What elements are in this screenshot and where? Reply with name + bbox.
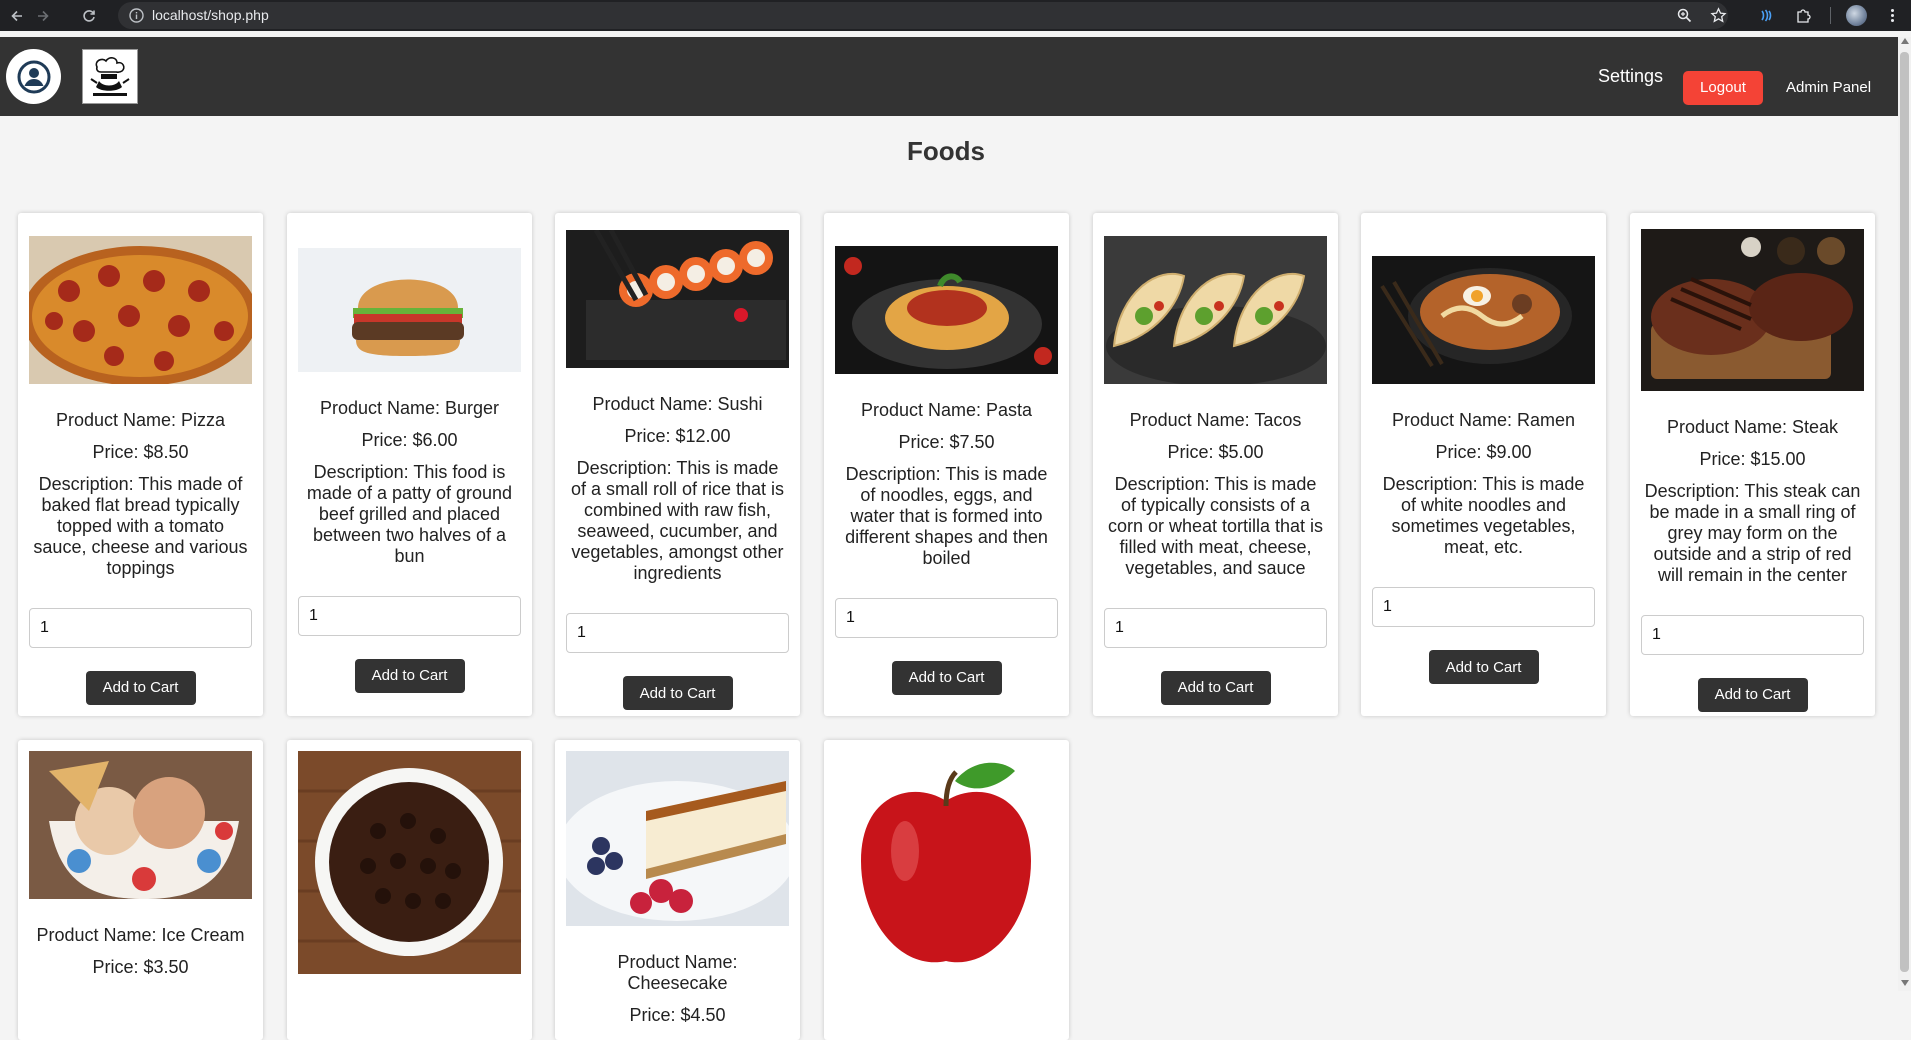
kebab-menu-icon (1890, 9, 1894, 22)
product-price: Price: $6.00 (361, 429, 458, 450)
quantity-input[interactable] (298, 595, 521, 636)
scrollbar-thumb[interactable] (1900, 52, 1909, 972)
product-image-burger (298, 247, 521, 372)
product-card-cheesecake: Product Name: Cheesecake Price: $4.50 (555, 740, 800, 1040)
site-logo[interactable] (82, 49, 138, 104)
quantity-input[interactable] (566, 613, 789, 653)
forward-button[interactable] (30, 0, 56, 31)
product-card-ice-cream: Product Name: Ice Cream Price: $3.50 (18, 740, 263, 1040)
add-to-cart-button[interactable]: Add to Cart (354, 658, 465, 693)
quantity-input[interactable] (1641, 614, 1864, 655)
product-image-pizza (29, 235, 252, 384)
extensions-menu-button[interactable] (1790, 0, 1816, 31)
product-price: Price: $7.50 (898, 431, 995, 452)
product-description: Description: This food is made of a patt… (306, 461, 513, 566)
product-description: Description: This is made of noodles, eg… (845, 463, 1048, 568)
menu-button[interactable] (1881, 0, 1903, 31)
reload-button[interactable] (76, 0, 102, 31)
back-arrow-icon (11, 10, 22, 21)
product-name: Product Name: Pizza (55, 409, 226, 430)
quantity-input[interactable] (1372, 587, 1595, 627)
add-to-cart-button[interactable]: Add to Cart (1697, 677, 1808, 712)
product-name: Product Name: Sushi (592, 394, 763, 414)
reload-icon (83, 9, 95, 22)
admin-panel-link[interactable]: Admin Panel (1786, 37, 1871, 139)
chef-logo-icon (90, 56, 130, 96)
quantity-input[interactable] (1104, 607, 1327, 648)
add-to-cart-button[interactable]: Add to Cart (891, 660, 1002, 695)
product-name: Product Name: Steak (1666, 416, 1839, 437)
product-price: Price: $8.50 (92, 441, 189, 462)
star-icon (1709, 7, 1727, 23)
product-image-cheesecake (566, 751, 789, 926)
zoom-icon (1677, 8, 1691, 23)
product-card-pizza: Product Name: Pizza Price: $8.50 Descrip… (18, 213, 263, 716)
product-name: Product Name: Tacos (1129, 409, 1302, 430)
extension-button[interactable] (1752, 0, 1778, 31)
page-title: Foods (907, 136, 985, 166)
product-card-apple (824, 740, 1069, 1040)
product-price: Price: $9.00 (1435, 442, 1532, 462)
product-price: Price: $5.00 (1167, 441, 1264, 462)
puzzle-icon (1796, 9, 1811, 23)
product-description: Description: This is made of a small rol… (570, 458, 785, 583)
product-description: Description: This steak can be made in a… (1644, 480, 1861, 585)
scroll-down-arrow-icon[interactable] (1901, 980, 1909, 986)
site-info-icon[interactable] (128, 7, 145, 24)
product-image-tacos (1104, 235, 1327, 384)
bookmark-button[interactable] (1705, 0, 1731, 31)
product-price: Price: $3.50 (92, 957, 189, 977)
scroll-up-arrow-icon[interactable] (1901, 38, 1909, 44)
product-name: Product Name: Burger (319, 397, 500, 418)
browser-toolbar: localhost/shop.php (0, 0, 1911, 31)
product-price: Price: $12.00 (624, 426, 731, 446)
product-price: Price: $4.50 (629, 1005, 726, 1025)
address-bar[interactable]: localhost/shop.php (118, 2, 1728, 29)
product-card-burger: Product Name: Burger Price: $6.00 Descri… (287, 213, 532, 716)
product-image-ice-cream (29, 751, 252, 899)
quantity-input[interactable] (835, 597, 1058, 638)
product-card-ramen: Product Name: Ramen Price: $9.00 Descrip… (1361, 213, 1606, 716)
user-avatar[interactable] (6, 49, 61, 104)
product-name: Product Name: Cheesecake (617, 952, 738, 993)
product-description: Description: This made of baked flat bre… (33, 473, 248, 578)
add-to-cart-button[interactable]: Add to Cart (1160, 670, 1271, 705)
settings-link[interactable]: Settings (1598, 37, 1663, 116)
zoom-button[interactable] (1671, 0, 1697, 31)
product-image-chocolate (298, 751, 521, 974)
logout-button[interactable]: Logout (1683, 71, 1763, 105)
product-name: Product Name: Ice Cream (36, 925, 245, 945)
product-card-sushi: Product Name: Sushi Price: $12.00 Descri… (555, 213, 800, 716)
site-header: Settings Logout Admin Panel (0, 37, 1898, 116)
product-description: Description: This is made of white noodl… (1382, 474, 1585, 557)
product-card-tacos: Product Name: Tacos Price: $5.00 Descrip… (1093, 213, 1338, 716)
back-button[interactable] (4, 0, 30, 31)
quantity-input[interactable] (29, 607, 252, 648)
user-icon (17, 60, 50, 93)
product-image-apple (835, 751, 1058, 974)
add-to-cart-button[interactable]: Add to Cart (622, 676, 733, 710)
toolbar-divider (1830, 7, 1831, 24)
forward-arrow-icon (38, 10, 49, 21)
product-image-sushi (566, 230, 789, 368)
product-card-chocolate (287, 740, 532, 1040)
product-image-ramen (1372, 256, 1595, 384)
product-price: Price: $15.00 (1699, 448, 1806, 469)
product-description: Description: This is made of typically c… (1107, 473, 1324, 578)
product-card-steak: Product Name: Steak Price: $15.00 Descri… (1630, 213, 1875, 716)
product-card-pasta: Product Name: Pasta Price: $7.50 Descrip… (824, 213, 1069, 716)
add-to-cart-button[interactable]: Add to Cart (1428, 650, 1539, 684)
url-text[interactable]: localhost/shop.php (152, 2, 269, 29)
product-image-steak (1641, 228, 1864, 391)
extension-wave-icon (1760, 9, 1771, 22)
product-name: Product Name: Ramen (1391, 410, 1576, 430)
product-image-pasta (835, 245, 1058, 374)
product-name: Product Name: Pasta (860, 399, 1033, 420)
profile-avatar[interactable] (1846, 5, 1867, 26)
add-to-cart-button[interactable]: Add to Cart (85, 670, 196, 705)
